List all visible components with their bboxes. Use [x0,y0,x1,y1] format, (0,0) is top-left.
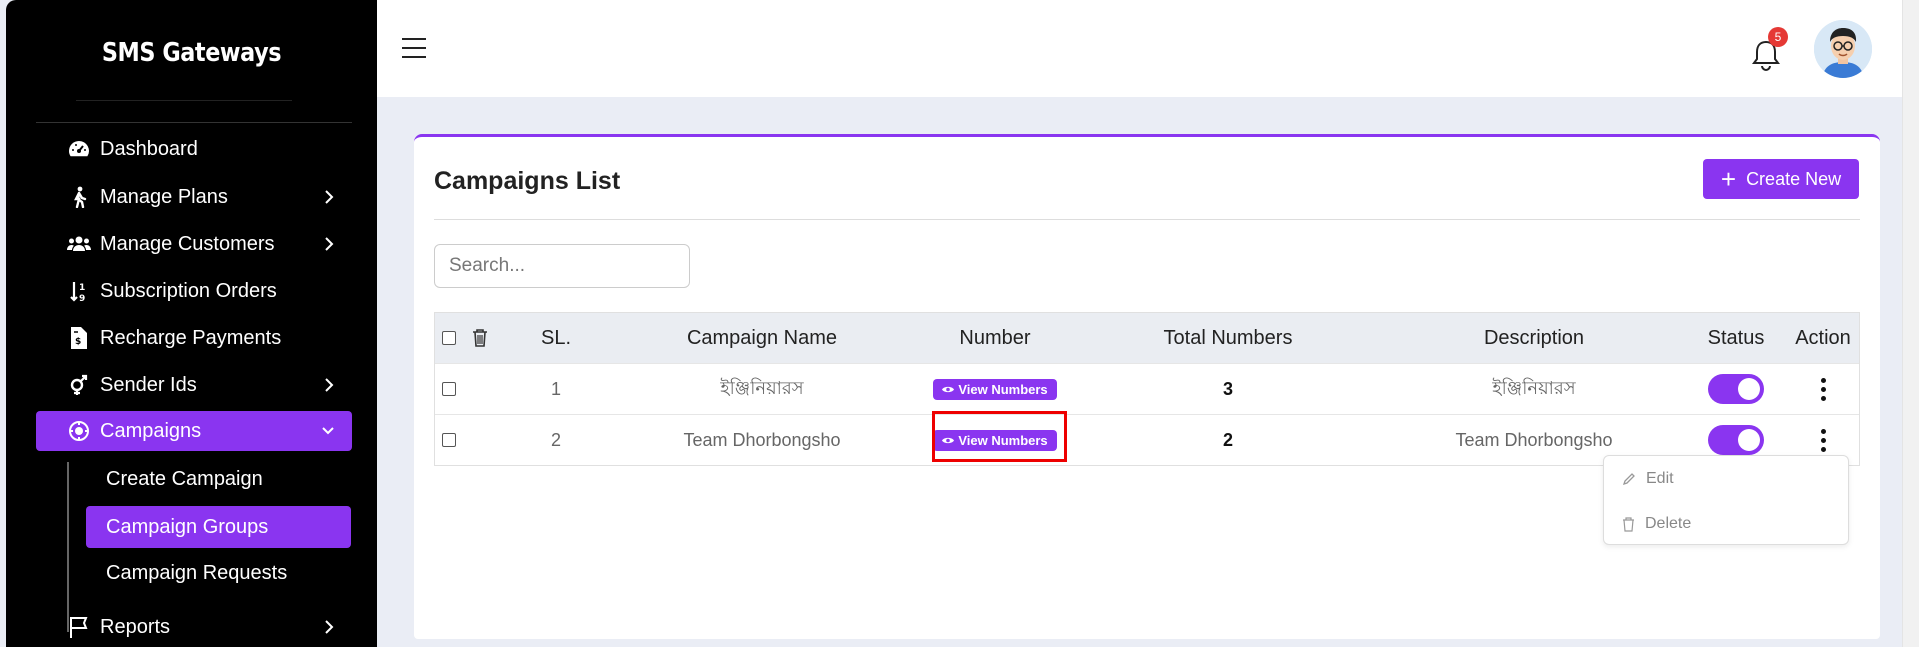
chevron-right-icon [322,187,336,213]
sidebar-item-recharge-payments[interactable]: $ Recharge Payments [36,318,352,358]
sidebar-subitem-label: Campaign Requests [106,561,288,584]
sidebar-item-label: Manage Customers [100,232,275,255]
card-divider [434,219,1860,220]
sidebar-item-manage-plans[interactable]: Manage Plans [36,177,352,217]
campaign-icon [64,420,94,442]
row-sl: 1 [550,378,561,399]
chevron-right-icon [322,375,336,401]
brand-divider [76,100,292,101]
topbar: 5 [377,0,1919,97]
avatar[interactable] [1814,20,1872,78]
status-toggle[interactable] [1685,364,1787,414]
sidebar-item-sender-ids[interactable]: Sender Ids [36,365,352,405]
chevron-right-icon [322,617,336,643]
sidebar-subitem-label: Campaign Groups [106,515,269,538]
sidebar-item-campaigns[interactable]: Campaigns [36,411,352,451]
campaigns-table: SL. Campaign Name Number Total Numbers D… [434,312,1860,466]
sidebar-item-label: Recharge Payments [100,326,282,349]
svg-text:1: 1 [79,283,85,293]
svg-text:9: 9 [79,294,85,302]
pencil-icon [1622,473,1635,486]
notification-badge: 5 [1768,27,1788,47]
sidebar-item-label: Reports [100,615,171,638]
eye-icon [942,382,955,397]
delete-menu-item[interactable]: Delete [1622,509,1691,539]
sidebar-item-label: Manage Plans [100,185,228,208]
highlight-box [932,411,1067,462]
table-header: SL. Campaign Name Number Total Numbers D… [435,313,1859,363]
sidebar-subitem-campaign-requests[interactable]: Campaign Requests [86,552,351,594]
trash-icon [1623,516,1634,532]
column-header-action: Action [1795,326,1851,349]
edit-label: Edit [1646,470,1674,487]
sidebar-item-subscription-orders[interactable]: 19 Subscription Orders [36,271,352,311]
invoice-icon: $ [64,327,94,349]
sidebar-subitem-campaign-groups[interactable]: Campaign Groups [86,506,351,548]
sidebar-divider [36,122,352,123]
row-description: ইঞ্জিনিয়ারস [1492,377,1576,398]
sidebar-item-label: Sender Ids [100,373,197,396]
row-sl: 2 [550,429,561,450]
sidebar-item-label: Dashboard [100,137,198,160]
sidebar: SMS Gateways Dashboard Manage Plans Mana… [6,0,377,647]
page-scrollbar[interactable] [1902,0,1919,647]
sidebar-item-reports[interactable]: Reports [36,607,352,647]
walking-icon [64,186,94,208]
row-total-numbers: 3 [1222,378,1233,399]
svg-text:$: $ [75,337,81,347]
users-icon [64,235,94,253]
create-new-label: Create New [1746,168,1842,189]
sidebar-item-manage-customers[interactable]: Manage Customers [36,224,352,264]
column-header-description: Description [1483,326,1585,349]
row-campaign-name: Team Dhorbongsho [683,429,841,450]
row-total-numbers: 2 [1222,429,1233,450]
sidebar-item-label: Subscription Orders [100,279,277,302]
row-checkbox[interactable] [441,415,457,465]
chevron-down-icon [320,421,336,447]
action-dropdown: Edit Delete [1603,455,1849,545]
row-campaign-name: ইঞ্জিনিয়ারস [720,377,804,398]
chevron-right-icon [322,234,336,260]
search-input[interactable] [434,244,690,288]
sidebar-subitem-label: Create Campaign [106,467,263,490]
sidebar-item-label: Campaigns [100,419,202,442]
gauge-icon [64,139,94,159]
menu-toggle-icon[interactable] [402,38,426,58]
page-title: Campaigns List [434,167,621,195]
more-actions-icon[interactable] [1787,364,1859,414]
column-header-number: Number [959,326,1031,349]
flag-icon [64,616,94,638]
trash-icon[interactable] [469,313,491,363]
row-checkbox[interactable] [441,364,457,414]
table-row: 1 ইঞ্জিনিয়ারস View Numbers 3 ইঞ্জিনিয়া… [435,363,1859,414]
edit-menu-item[interactable]: Edit [1622,464,1674,494]
column-header-total-numbers: Total Numbers [1163,326,1293,349]
column-header-campaign-name: Campaign Name [686,326,838,349]
plus-icon: + [1720,164,1737,194]
campaigns-card: Campaigns List + Create New SL. Campaign… [414,134,1880,639]
column-header-status: Status [1707,326,1765,349]
gender-icon [64,374,94,396]
create-new-button[interactable]: + Create New [1703,159,1859,199]
delete-label: Delete [1645,515,1692,532]
sort-icon: 19 [64,280,94,302]
column-header-sl: SL. [540,326,572,349]
row-number: View Numbers [917,364,1073,414]
select-all-checkbox[interactable] [441,313,457,363]
sidebar-subitem-create-campaign[interactable]: Create Campaign [86,458,351,500]
sidebar-item-dashboard[interactable]: Dashboard [36,129,352,169]
brand-title: SMS Gateways [101,38,282,68]
view-numbers-button[interactable]: View Numbers [933,378,1057,400]
view-numbers-label: View Numbers [958,381,1048,397]
